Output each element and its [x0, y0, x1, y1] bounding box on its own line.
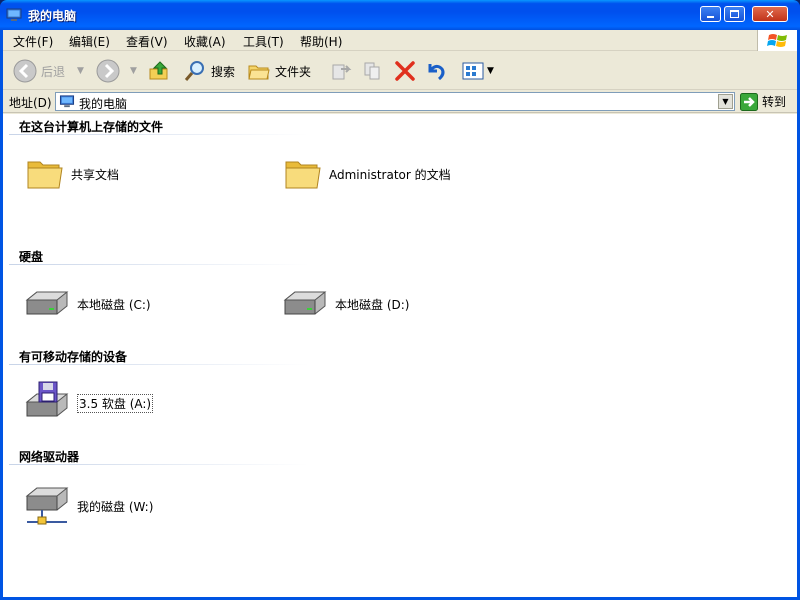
views-grid-icon: [462, 62, 484, 80]
address-bar: 地址(D) 我的电脑 ▼ 转到: [3, 91, 797, 113]
close-icon: ✕: [765, 7, 775, 21]
undo-icon: [428, 64, 445, 81]
folder-up-icon: [149, 61, 168, 80]
item-local-disk-c[interactable]: 本地磁盘 (C:): [23, 284, 151, 324]
views-button[interactable]: ▼: [461, 57, 494, 85]
group-divider: [9, 134, 309, 135]
group-header-hard-disks: 硬盘: [19, 250, 44, 264]
minimize-button[interactable]: [700, 6, 721, 22]
network-drive-icon: [25, 487, 69, 525]
go-arrow-icon: [740, 92, 758, 111]
delete-x-icon: [395, 61, 415, 81]
menu-file[interactable]: 文件(F): [13, 33, 53, 50]
hard-drive-icon: [25, 291, 69, 315]
forward-dropdown-icon[interactable]: ▼: [130, 57, 137, 85]
item-label: 3.5 软盘 (A:): [77, 393, 154, 413]
folder-icon: [27, 161, 63, 189]
window-title: 我的电脑: [28, 9, 77, 23]
folders-button[interactable]: 文件夹: [247, 57, 311, 85]
group-divider: [9, 464, 309, 465]
copy-to-button[interactable]: [361, 57, 385, 85]
item-label: 本地磁盘 (D:): [335, 297, 410, 312]
minimize-icon: [707, 16, 714, 18]
item-label: 本地磁盘 (C:): [77, 297, 151, 312]
search-label: 搜索: [211, 64, 236, 79]
go-label: 转到: [762, 95, 787, 109]
back-label: 后退: [41, 64, 66, 79]
search-icon: [184, 61, 204, 81]
group-header-stored-files: 在这台计算机上存储的文件: [19, 120, 164, 134]
folders-icon: [248, 65, 270, 80]
item-shared-documents[interactable]: 共享文档: [25, 154, 119, 194]
menu-edit[interactable]: 编辑(E): [69, 33, 110, 50]
my-computer-icon: [6, 8, 22, 21]
back-arrow-icon: [13, 59, 37, 83]
folders-label: 文件夹: [275, 64, 312, 79]
folder-icon: [285, 161, 321, 189]
menu-bar: 文件(F) 编辑(E) 查看(V) 收藏(A) 工具(T) 帮助(H): [3, 30, 797, 51]
forward-button[interactable]: [96, 57, 120, 85]
item-floppy-a[interactable]: 3.5 软盘 (A:): [23, 380, 154, 426]
title-bar[interactable]: 我的电脑 ✕: [0, 0, 800, 30]
my-computer-small-icon: [59, 95, 75, 108]
forward-arrow-icon: [96, 59, 120, 83]
floppy-drive-icon: [25, 381, 69, 417]
move-to-button[interactable]: [329, 57, 353, 85]
item-local-disk-d[interactable]: 本地磁盘 (D:): [281, 284, 409, 324]
go-button[interactable]: 转到: [740, 92, 786, 111]
menu-favorites[interactable]: 收藏(A): [184, 33, 226, 50]
move-to-icon: [332, 64, 352, 80]
file-list-pane[interactable]: 在这台计算机上存储的文件 共享文档 Administrator 的文档 硬盘 本…: [3, 114, 797, 597]
address-dropdown-button[interactable]: ▼: [718, 94, 733, 109]
views-dropdown-icon: ▼: [487, 66, 494, 76]
item-network-drive-w[interactable]: 我的磁盘 (W:): [23, 484, 153, 528]
menu-help[interactable]: 帮助(H): [300, 33, 342, 50]
group-divider: [9, 264, 309, 265]
menu-tools[interactable]: 工具(T): [243, 33, 284, 50]
item-label: 共享文档: [71, 167, 120, 182]
windows-flag-icon: [767, 34, 787, 47]
close-button[interactable]: ✕: [752, 6, 788, 22]
delete-button[interactable]: [393, 57, 417, 85]
undo-button[interactable]: [424, 57, 448, 85]
group-divider: [9, 364, 309, 365]
standard-toolbar: 后退 ▼ ▼ 搜索 文件夹 ▼: [3, 52, 797, 90]
address-label: 地址(D): [9, 96, 52, 110]
windows-logo: [757, 30, 797, 51]
back-dropdown-icon[interactable]: ▼: [77, 57, 84, 85]
back-button[interactable]: 后退: [13, 57, 65, 85]
search-button[interactable]: 搜索: [183, 57, 235, 85]
hard-drive-icon: [283, 291, 327, 315]
up-button[interactable]: [147, 57, 171, 85]
menu-view[interactable]: 查看(V): [126, 33, 168, 50]
item-administrator-documents[interactable]: Administrator 的文档: [283, 154, 451, 194]
group-header-network-drives: 网络驱动器: [19, 450, 80, 464]
window-client: 文件(F) 编辑(E) 查看(V) 收藏(A) 工具(T) 帮助(H) 后退 ▼…: [3, 30, 797, 597]
chevron-down-icon: ▼: [722, 97, 729, 106]
group-header-removable-storage: 有可移动存储的设备: [19, 350, 128, 364]
item-label: Administrator 的文档: [329, 167, 451, 182]
address-value: 我的电脑: [79, 97, 128, 111]
maximize-button[interactable]: [724, 6, 745, 22]
address-input[interactable]: 我的电脑 ▼: [55, 92, 735, 111]
copy-to-icon: [364, 62, 380, 80]
maximize-icon: [730, 10, 739, 18]
item-label: 我的磁盘 (W:): [77, 499, 154, 514]
explorer-window: 我的电脑 ✕ 文件(F) 编辑(E) 查看(V) 收藏(A) 工具(T) 帮助(…: [0, 0, 800, 600]
